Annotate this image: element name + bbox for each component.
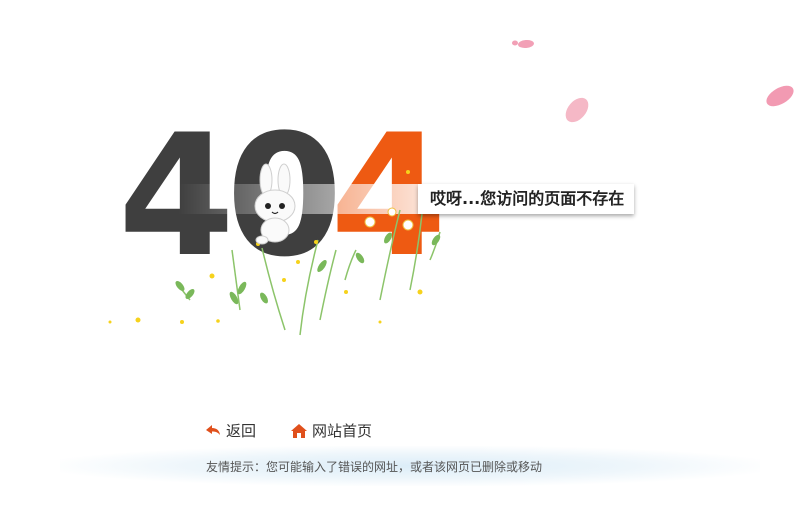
error-page: 4 0 4: [0, 0, 800, 520]
back-arrow-icon: [204, 422, 222, 440]
bunny-mascot: [254, 163, 296, 245]
home-link-label: 网站首页: [312, 422, 373, 440]
grass-flowers-illustration: [108, 170, 441, 336]
not-found-message: 哎呀...您访问的页面不存在: [418, 184, 635, 214]
back-link[interactable]: 返回: [204, 420, 256, 441]
back-link-label: 返回: [226, 422, 257, 440]
home-icon: [290, 422, 308, 440]
friendly-hint: 友情提示：您可能输入了错误的网址，或者该网页已删除或移动: [206, 460, 543, 474]
home-link[interactable]: 网站首页: [290, 420, 372, 441]
